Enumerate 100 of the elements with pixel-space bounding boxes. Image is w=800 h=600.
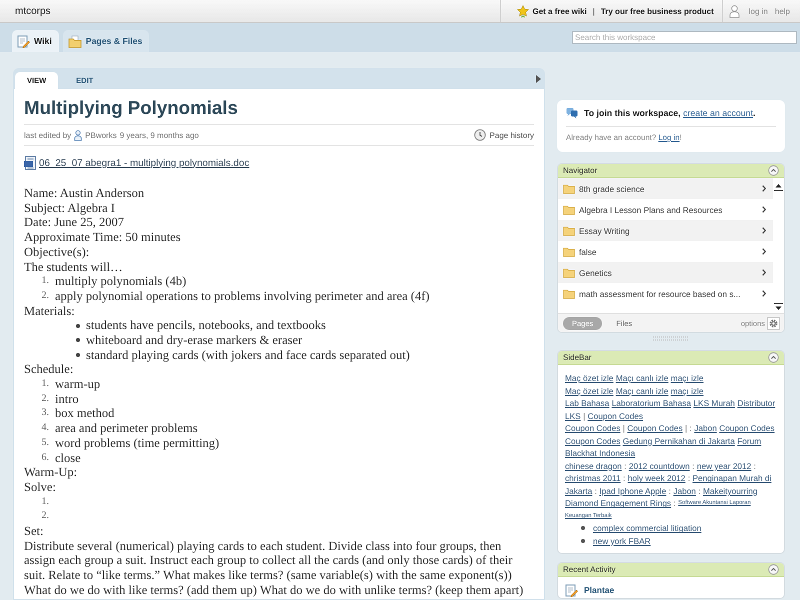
sidebar-link[interactable]: maçı izle [670,373,704,384]
link-separator: : [692,460,694,471]
list-item: word problems (time permitting) [55,436,220,451]
list-number: 2. [40,509,49,524]
chevron-right-icon [762,248,766,255]
promo-link[interactable]: Get a free wiki [532,6,587,16]
collapse-icon[interactable] [768,165,779,176]
person-icon [728,4,740,18]
navigator-item[interactable]: math assessment for resource based on s... [558,283,773,304]
navigator-item[interactable]: Genetics [558,262,773,283]
body-text: Date: June 25, 2007 [24,215,125,230]
body-text: Warm-Up: [24,465,78,480]
nav-tab[interactable]: Wiki [12,30,59,52]
sidebar-link[interactable]: Jabon [694,423,717,434]
sidebar-link[interactable]: Forum [737,436,762,446]
body-text: Approximate Time: 50 minutes [24,230,182,245]
sidebar-link[interactable]: Jakarta [565,486,592,496]
navigator-item[interactable]: 8th grade science [558,178,773,199]
settings-button[interactable] [767,316,780,330]
link-separator: | : [685,423,692,434]
sidebar-link[interactable]: holy week 2012 [628,473,686,484]
search-field[interactable]: Search this workspace [572,31,797,44]
folder-icon [563,184,575,194]
sidebar-link[interactable]: new york FBAR [593,536,651,546]
body-text: Objective(s): [24,244,90,260]
folder-icon [563,226,575,236]
body-text: The students will… [24,260,124,274]
bullet-icon [76,353,80,358]
navigator-item[interactable]: Essay Writing [558,220,773,241]
star-icon [516,4,528,18]
list-number: 1. [40,494,49,509]
person-icon [74,130,82,140]
activity-link[interactable]: Plantae [584,585,614,595]
sidebar-link[interactable]: Penginapan Murah di [692,473,772,484]
body-text: Distribute several (numerical) playing cards to each student. Divide class into four groups, then assign each group a suit. Instruct each group to collect all the cards (and only those cards) of their suit. Relate to “like terms.” What makes like terms? (same variable(s) with the same exponent(s)) What do we do with like terms? (add them up) What do we do with unlike terms? (keep them apart) [24,538,524,598]
chevron-right-icon [762,290,766,297]
site-name[interactable]: mtcorps [15,6,51,16]
navigator-item[interactable]: false [558,241,773,262]
sidebar-link[interactable]: Coupon Codes [588,410,643,421]
promo-link[interactable]: Try our free business product [600,6,714,16]
panel-title: Recent Activity [563,565,616,574]
link-separator: : [673,498,676,508]
sidebar-link[interactable]: Coupon Codes [565,436,620,446]
body-text: Schedule: [24,362,74,378]
list-item: close [55,450,81,466]
navigator-item[interactable]: Algebra I Lesson Plans and Resources [558,199,773,220]
list-item: box method [55,406,114,422]
chevron-right-icon [762,206,766,213]
list-item: standard playing cards (with jokers and face cards separated out) [86,348,410,362]
sidebar-link[interactable]: Coupon Codes [719,423,775,434]
sidebar-link[interactable]: Maç özet izle [565,386,614,396]
sidebar-link[interactable]: Distributor [737,398,776,408]
author-name[interactable]: PBworks [85,130,117,140]
sidebar-link[interactable]: christmas 2011 [565,473,621,484]
sidebar-link[interactable]: Gedung Pernikahan di Jakarta [622,436,735,446]
bullet-icon [76,324,80,328]
collapse-icon[interactable] [768,564,779,575]
body-text: Solve: [24,480,57,495]
sidebar-link[interactable]: Maçı canlı izle [616,386,668,396]
page-icon [17,34,30,48]
list-number: 5. [40,436,49,450]
collapse-icon[interactable] [768,352,779,363]
link-separator: | [583,410,586,421]
folder-icon [563,204,575,214]
sidebar-link[interactable]: complex commercial litigation [593,523,702,534]
sidebar-link[interactable]: Jabon [673,486,696,496]
sidebar-link[interactable]: LKS [565,410,581,421]
sidebar-link[interactable]: Blackhat Indonesia [565,448,636,458]
attachment-link[interactable]: 06_25_07 abegra1 - multiplying polynomials.doc [39,158,250,168]
sidebar-link[interactable]: Maçı canlı izle [616,373,668,384]
sidebar-link[interactable]: Maç özet izle [565,373,614,384]
list-item: apply polynomial operations to problems involving perimeter and area (4f) [55,288,430,304]
list-item: warm-up [55,377,100,392]
link-separator: : [624,460,626,471]
folder-icon [68,34,82,48]
sidebar-link[interactable]: Diamond Engagement Rings [565,498,672,508]
sidebar-link[interactable]: maçı izle [670,386,704,396]
sidebar-link[interactable]: Lab Bahasa [565,398,610,408]
folder-icon [563,288,575,298]
resize-handle[interactable] [653,336,689,340]
panel-title: SideBar [563,353,592,362]
sidebar-link[interactable]: Ipad Iphone Apple [599,486,666,496]
create-account-link[interactable]: create an account [683,108,754,118]
sidebar-link[interactable]: LKS Murah [693,398,735,408]
sidebar-link[interactable]: Coupon Codes [565,423,620,434]
sidebar-link[interactable]: Makeityourring [703,486,758,496]
body-text: Set: [24,524,44,539]
sidebar-link[interactable]: Laboratorium Bahasa [612,398,692,408]
page-history-link[interactable]: Page history [474,129,534,141]
sidebar-link[interactable]: chinese dragon [565,460,622,471]
list-number: 3. [40,406,49,420]
join-prompt: To join this workspace, create an account. [584,108,756,118]
list-item: multiply polynomials (4b) [55,274,186,289]
list-number: 2. [40,392,49,406]
caret-right-icon[interactable] [536,74,541,82]
sidebar-link[interactable]: new year 2012 [696,460,752,471]
link-separator: | [622,423,625,434]
sidebar-link[interactable]: Coupon Codes [627,423,683,434]
sidebar-link[interactable]: 2012 countdown [628,460,690,471]
nav-tab[interactable]: Pages & Files [62,30,150,52]
